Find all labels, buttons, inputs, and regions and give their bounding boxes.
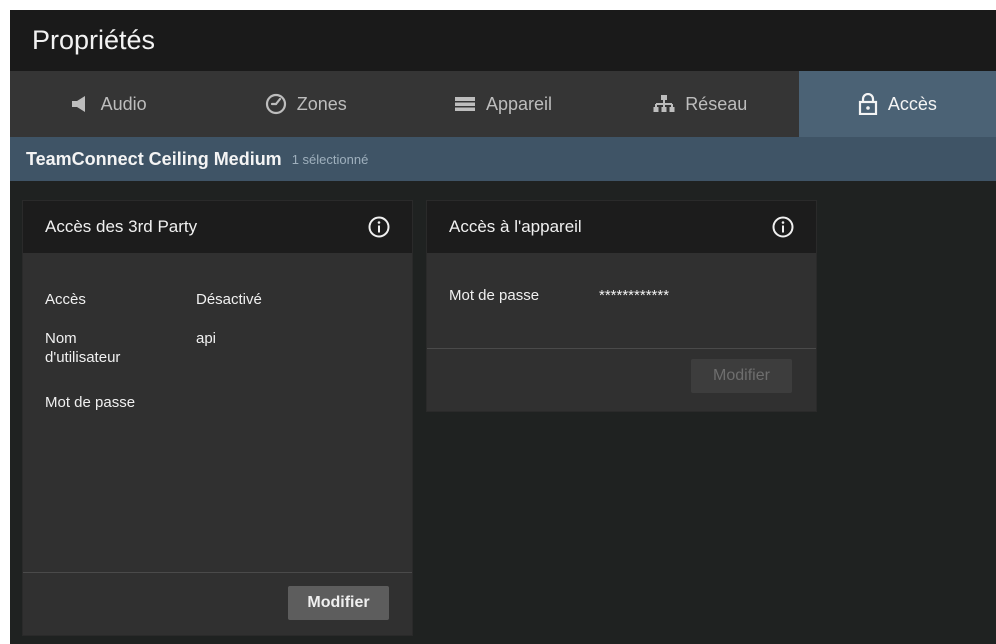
network-icon bbox=[653, 94, 675, 114]
info-icon[interactable] bbox=[368, 216, 390, 238]
device-name: TeamConnect Ceiling Medium bbox=[26, 148, 282, 169]
field-label: Accès bbox=[45, 291, 86, 308]
tab-zones[interactable]: Zones bbox=[207, 71, 404, 137]
properties-window: Propriétés Audio Zones Appareil Réseau A… bbox=[10, 10, 996, 644]
card-header: Accès des 3rd Party bbox=[23, 201, 412, 253]
device-bar: TeamConnect Ceiling Medium 1 sélectionné bbox=[10, 137, 996, 181]
tab-label: Zones bbox=[296, 93, 347, 114]
divider bbox=[23, 572, 412, 573]
tab-label: Appareil bbox=[485, 93, 553, 114]
tab-bar: Audio Zones Appareil Réseau Accès bbox=[10, 71, 996, 137]
content-area: Accès des 3rd Party Accès Désactivé Nom … bbox=[10, 181, 996, 644]
card-title: Accès des 3rd Party bbox=[45, 217, 198, 236]
info-icon[interactable] bbox=[772, 216, 794, 238]
device-access-card: Accès à l'appareil Mot de passe ********… bbox=[427, 201, 816, 411]
tab-label: Audio bbox=[100, 93, 147, 114]
divider bbox=[427, 348, 816, 349]
third-party-access-card: Accès des 3rd Party Accès Désactivé Nom … bbox=[23, 201, 412, 635]
speaker-icon bbox=[71, 95, 91, 113]
tab-reseau[interactable]: Réseau bbox=[602, 71, 799, 137]
title-bar: Propriétés bbox=[10, 10, 996, 71]
lock-icon bbox=[858, 93, 878, 115]
field-label: Nom d'utilisateur bbox=[45, 330, 121, 366]
tab-acces[interactable]: Accès bbox=[798, 71, 996, 137]
field-value: api bbox=[196, 330, 217, 347]
password-value: ************ bbox=[599, 287, 670, 304]
modify-button-disabled[interactable]: Modifier bbox=[691, 359, 792, 393]
modify-button[interactable]: Modifier bbox=[288, 586, 389, 620]
zones-icon bbox=[265, 93, 287, 115]
page-title: Propriétés bbox=[32, 25, 156, 55]
field-label: Mot de passe bbox=[449, 287, 540, 304]
device-icon bbox=[454, 96, 476, 112]
tab-label: Accès bbox=[887, 93, 937, 114]
tab-appareil[interactable]: Appareil bbox=[404, 71, 601, 137]
field-value: Désactivé bbox=[196, 291, 262, 308]
tab-label: Réseau bbox=[685, 93, 748, 114]
tab-audio[interactable]: Audio bbox=[10, 71, 207, 137]
selection-count: 1 sélectionné bbox=[291, 151, 369, 167]
card-header: Accès à l'appareil bbox=[427, 201, 816, 253]
card-title: Accès à l'appareil bbox=[449, 217, 582, 236]
field-label: Mot de passe bbox=[45, 394, 136, 411]
